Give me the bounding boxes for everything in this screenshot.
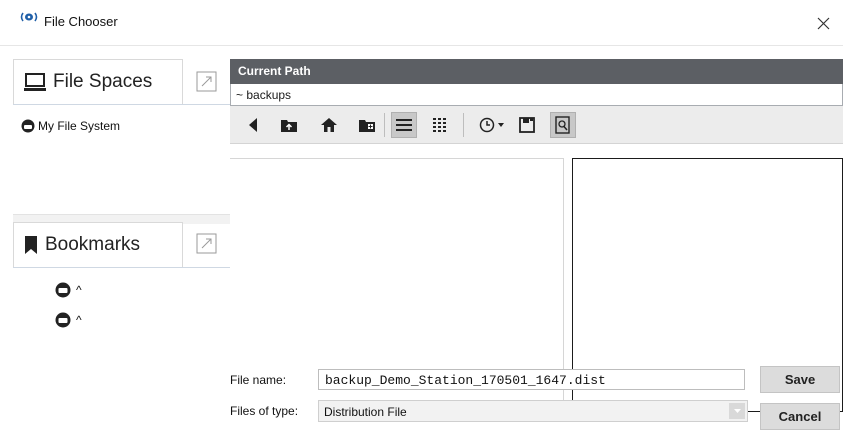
toolbar [230, 106, 843, 144]
window-title: File Chooser [44, 14, 118, 29]
up-folder-button[interactable] [276, 112, 302, 138]
save-icon [519, 117, 535, 133]
current-path-field[interactable]: ~ backups [230, 84, 843, 106]
file-type-value: Distribution File [324, 405, 407, 419]
toolbar-separator [384, 113, 385, 137]
app-logo-icon [20, 12, 38, 22]
list-view-button[interactable] [391, 112, 417, 138]
drive-icon [55, 312, 71, 328]
save-dialog-button[interactable]: Save [760, 366, 840, 393]
divider [13, 267, 230, 268]
history-dropdown-button[interactable] [494, 112, 508, 138]
preview-button[interactable] [550, 112, 576, 138]
maximize-icon[interactable] [196, 71, 217, 92]
bookmarks-title: Bookmarks [45, 234, 141, 255]
save-button[interactable] [514, 112, 540, 138]
back-icon [249, 118, 257, 132]
bookmark-label: ^ [76, 313, 82, 327]
back-button[interactable] [240, 112, 266, 138]
history-dropdown-icon [498, 123, 504, 127]
file-name-input[interactable]: backup_Demo_Station_170501_1647.dist [318, 369, 745, 390]
chevron-down-icon[interactable] [729, 403, 745, 419]
file-type-label: Files of type: [230, 404, 299, 418]
maximize-icon[interactable] [196, 233, 217, 254]
toolbar-separator [463, 113, 464, 137]
new-folder-icon [359, 120, 375, 132]
current-path-header: Current Path [230, 59, 843, 84]
bookmark-label: ^ [76, 283, 82, 297]
monitor-icon [24, 73, 46, 91]
file-name-label: File name: [230, 373, 287, 387]
details-view-icon [433, 118, 446, 132]
new-folder-button[interactable] [354, 112, 380, 138]
list-view-icon [396, 119, 412, 131]
bookmark-item[interactable]: ^ [55, 312, 82, 328]
close-button[interactable] [803, 0, 843, 46]
up-folder-icon [281, 120, 297, 132]
file-space-label: My File System [38, 119, 121, 133]
home-icon [321, 118, 337, 132]
drive-icon [21, 119, 35, 133]
left-sidebar: File Spaces My File System Bookmarks ^ ^ [0, 46, 230, 434]
drive-icon [55, 282, 71, 298]
bookmark-item[interactable]: ^ [55, 282, 82, 298]
bookmarks-tab[interactable]: Bookmarks [13, 222, 183, 267]
divider [13, 104, 230, 105]
cancel-button[interactable]: Cancel [760, 403, 840, 430]
file-type-select[interactable]: Distribution File [318, 400, 748, 422]
file-spaces-tab[interactable]: File Spaces [13, 59, 183, 104]
title-bar: File Chooser [0, 0, 843, 46]
history-icon [479, 117, 495, 133]
file-spaces-title: File Spaces [53, 71, 153, 92]
bookmark-icon [25, 236, 37, 254]
preview-icon [555, 116, 570, 134]
details-view-button[interactable] [428, 112, 454, 138]
home-button[interactable] [316, 112, 342, 138]
close-icon [817, 17, 829, 29]
file-space-item-my-file-system[interactable]: My File System [21, 119, 120, 133]
